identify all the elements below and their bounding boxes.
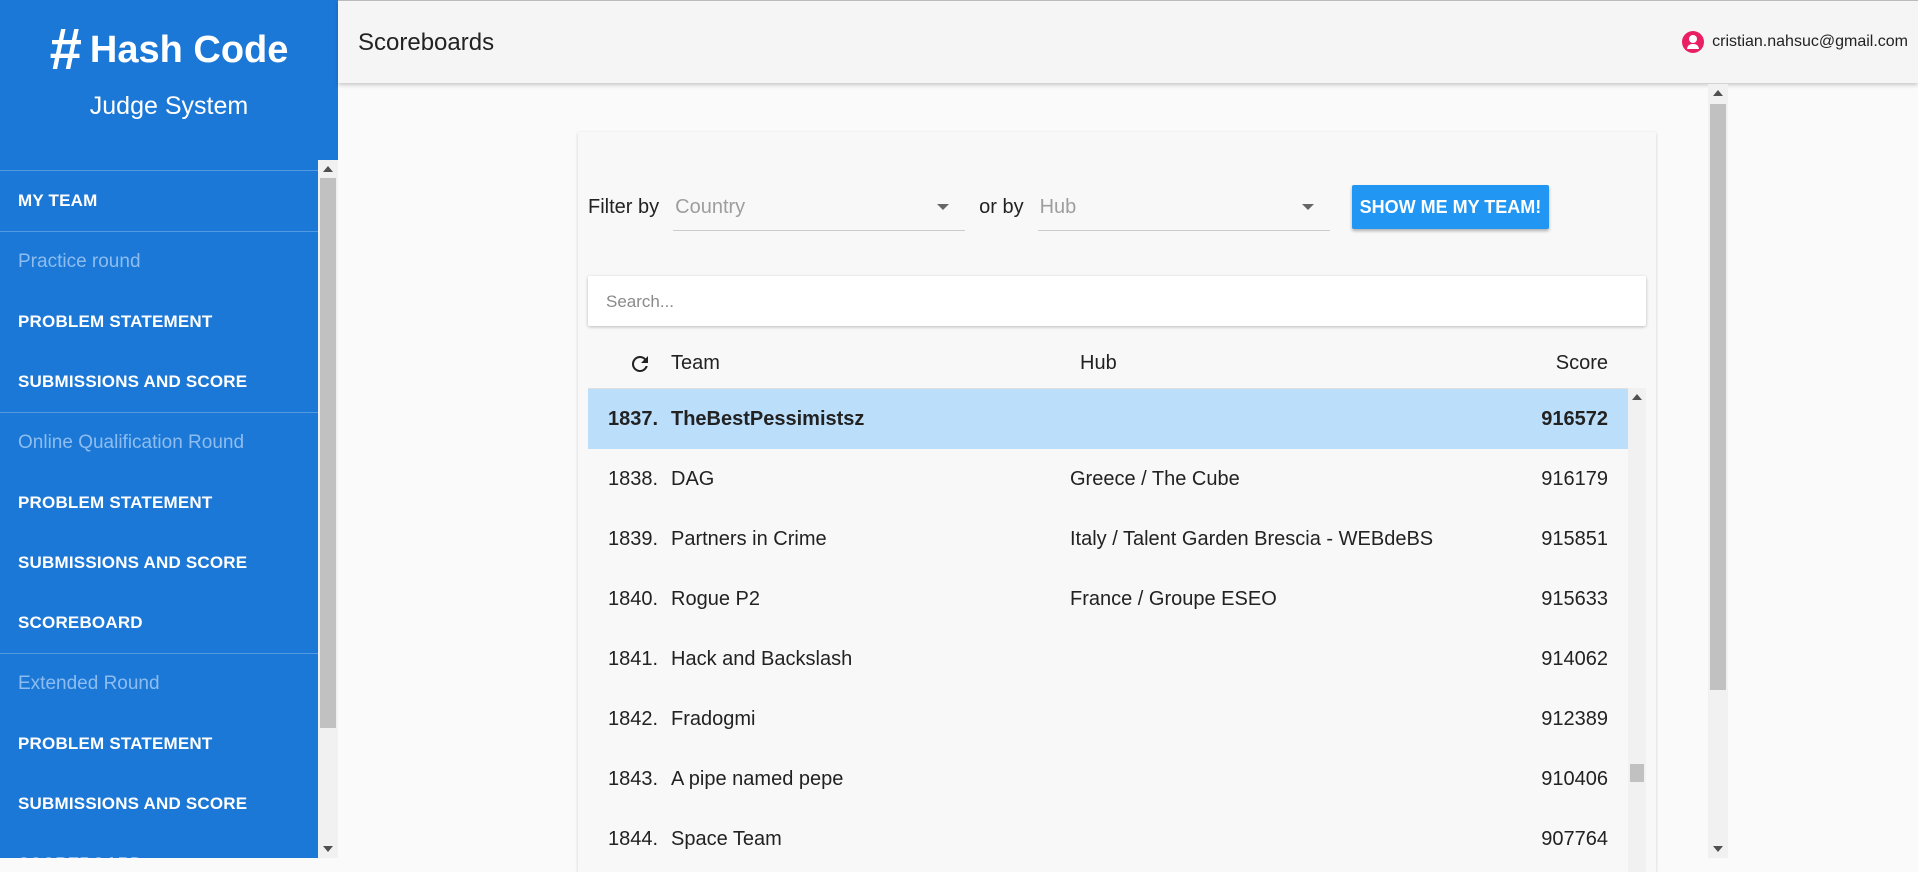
main-scrollbar[interactable]: [1708, 84, 1728, 858]
row-team: Space Team: [671, 828, 782, 850]
filter-row: Filter by Country or by Hub SHOW ME MY T…: [588, 182, 1638, 232]
row-team: Hack and Backslash: [671, 648, 853, 670]
row-team: Partners in Crime: [671, 528, 827, 550]
refresh-icon[interactable]: [628, 352, 652, 382]
sidebar-item-extended-scoreboard[interactable]: SCOREBOARD: [0, 834, 318, 858]
sidebar-item-qualification-problem-statement[interactable]: PROBLEM STATEMENT: [0, 473, 318, 533]
column-header-team[interactable]: Team: [671, 352, 720, 375]
sidebar-scrollbar-thumb[interactable]: [320, 178, 336, 728]
country-select[interactable]: Country: [673, 184, 966, 231]
top-bar: Scoreboards cristian.nahsuc@gmail.com: [338, 0, 1918, 83]
table-row[interactable]: 1840. Rogue P2 France / Groupe ESEO 9156…: [588, 569, 1628, 629]
row-rank: 1843.: [608, 768, 659, 790]
table-row[interactable]: 1839. Partners in Crime Italy / Talent G…: [588, 509, 1628, 569]
user-email[interactable]: cristian.nahsuc@gmail.com: [1712, 33, 1908, 51]
row-hub: Greece / The Cube: [1070, 468, 1240, 490]
sidebar-scrollbar[interactable]: [318, 160, 338, 858]
row-score: 915851: [1541, 528, 1608, 550]
logo[interactable]: # Hash Code: [0, 0, 338, 82]
column-header-score[interactable]: Score: [1556, 352, 1608, 375]
show-my-team-button[interactable]: SHOW ME MY TEAM!: [1351, 185, 1550, 229]
table-row[interactable]: 1844. Space Team 907764: [588, 809, 1628, 869]
table-header: Team Hub Score: [588, 338, 1628, 388]
search-input[interactable]: [588, 276, 1628, 328]
row-score: 907764: [1541, 828, 1608, 850]
row-score: 912389: [1541, 708, 1608, 730]
table-row[interactable]: 1842. Fradogmi 912389: [588, 689, 1628, 749]
row-rank: 1837.: [608, 408, 659, 430]
sidebar-item-qualification-submissions[interactable]: SUBMISSIONS AND SCORE: [0, 533, 318, 593]
row-score: 910406: [1541, 768, 1608, 790]
row-team: Rogue P2: [671, 588, 760, 610]
user-menu[interactable]: cristian.nahsuc@gmail.com: [1682, 31, 1908, 53]
row-rank: 1842.: [608, 708, 659, 730]
row-score: 916572: [1541, 408, 1608, 430]
row-rank: 1844.: [608, 828, 659, 850]
main-scroll-up-arrow-icon[interactable]: [1713, 90, 1723, 96]
row-rank: 1841.: [608, 648, 659, 670]
sidebar-item-qualification-scoreboard[interactable]: SCOREBOARD: [0, 593, 318, 653]
sidebar-item-practice-problem-statement[interactable]: PROBLEM STATEMENT: [0, 292, 318, 352]
sidebar-item-practice-submissions[interactable]: SUBMISSIONS AND SCORE: [0, 352, 318, 412]
or-by-label: or by: [979, 195, 1024, 218]
search-box: [588, 276, 1646, 328]
country-select-placeholder: Country: [675, 195, 746, 218]
row-team: Fradogmi: [671, 708, 756, 730]
table-scroll-up-arrow-icon[interactable]: [1632, 394, 1642, 400]
page-title: Scoreboards: [358, 29, 495, 56]
table-row[interactable]: 1838. DAG Greece / The Cube 916179: [588, 449, 1628, 509]
sidebar-item-extended-problem-statement[interactable]: PROBLEM STATEMENT: [0, 714, 318, 774]
hash-logo-icon: #: [49, 17, 82, 82]
sidebar: # Hash Code Judge System MY TEAM Practic…: [0, 0, 338, 858]
main-scroll-down-arrow-icon[interactable]: [1713, 846, 1723, 852]
section-online-qualification: Online Qualification Round: [0, 412, 318, 473]
scoreboard-rows: 1837. TheBestPessimistsz 916572 1838. DA…: [588, 388, 1628, 869]
column-header-hub[interactable]: Hub: [1080, 352, 1117, 375]
sidebar-item-extended-submissions[interactable]: SUBMISSIONS AND SCORE: [0, 774, 318, 834]
main-scrollbar-thumb[interactable]: [1710, 104, 1726, 690]
account-icon[interactable]: [1682, 31, 1705, 53]
row-team: DAG: [671, 468, 715, 490]
filter-by-label: Filter by: [588, 195, 660, 218]
scroll-down-arrow-icon[interactable]: [323, 846, 333, 852]
sidebar-nav: MY TEAM Practice round PROBLEM STATEMENT…: [0, 171, 318, 858]
row-rank: 1839.: [608, 528, 659, 550]
scroll-up-arrow-icon[interactable]: [323, 166, 333, 172]
sidebar-header: # Hash Code Judge System: [0, 0, 338, 171]
row-score: 915633: [1541, 588, 1608, 610]
row-score: 916179: [1541, 468, 1608, 490]
row-team: A pipe named pepe: [671, 768, 844, 790]
section-practice-round: Practice round: [18, 251, 141, 272]
sidebar-item-my-team[interactable]: MY TEAM: [0, 171, 318, 232]
section-extended-round: Extended Round: [0, 653, 318, 714]
scoreboard-card: Filter by Country or by Hub SHOW ME MY T…: [578, 132, 1656, 872]
hub-select[interactable]: Hub: [1037, 184, 1330, 231]
row-team: TheBestPessimistsz: [671, 408, 865, 430]
table-row[interactable]: 1841. Hack and Backslash 914062: [588, 629, 1628, 689]
chevron-down-icon: [1301, 203, 1314, 210]
row-hub: France / Groupe ESEO: [1070, 588, 1277, 610]
chevron-down-icon: [937, 203, 950, 210]
table-row[interactable]: 1843. A pipe named pepe 910406: [588, 749, 1628, 809]
table-row[interactable]: 1837. TheBestPessimistsz 916572: [588, 389, 1628, 449]
row-rank: 1840.: [608, 588, 659, 610]
logo-text: Hash Code: [89, 28, 289, 71]
row-hub: Italy / Talent Garden Brescia - WEBdeBS: [1070, 528, 1434, 550]
app-subtitle: Judge System: [89, 92, 249, 120]
hub-select-placeholder: Hub: [1039, 195, 1077, 218]
row-score: 914062: [1541, 648, 1608, 670]
table-scrollbar-thumb[interactable]: [1630, 764, 1644, 782]
row-rank: 1838.: [608, 468, 659, 490]
table-scrollbar[interactable]: [1628, 388, 1646, 872]
